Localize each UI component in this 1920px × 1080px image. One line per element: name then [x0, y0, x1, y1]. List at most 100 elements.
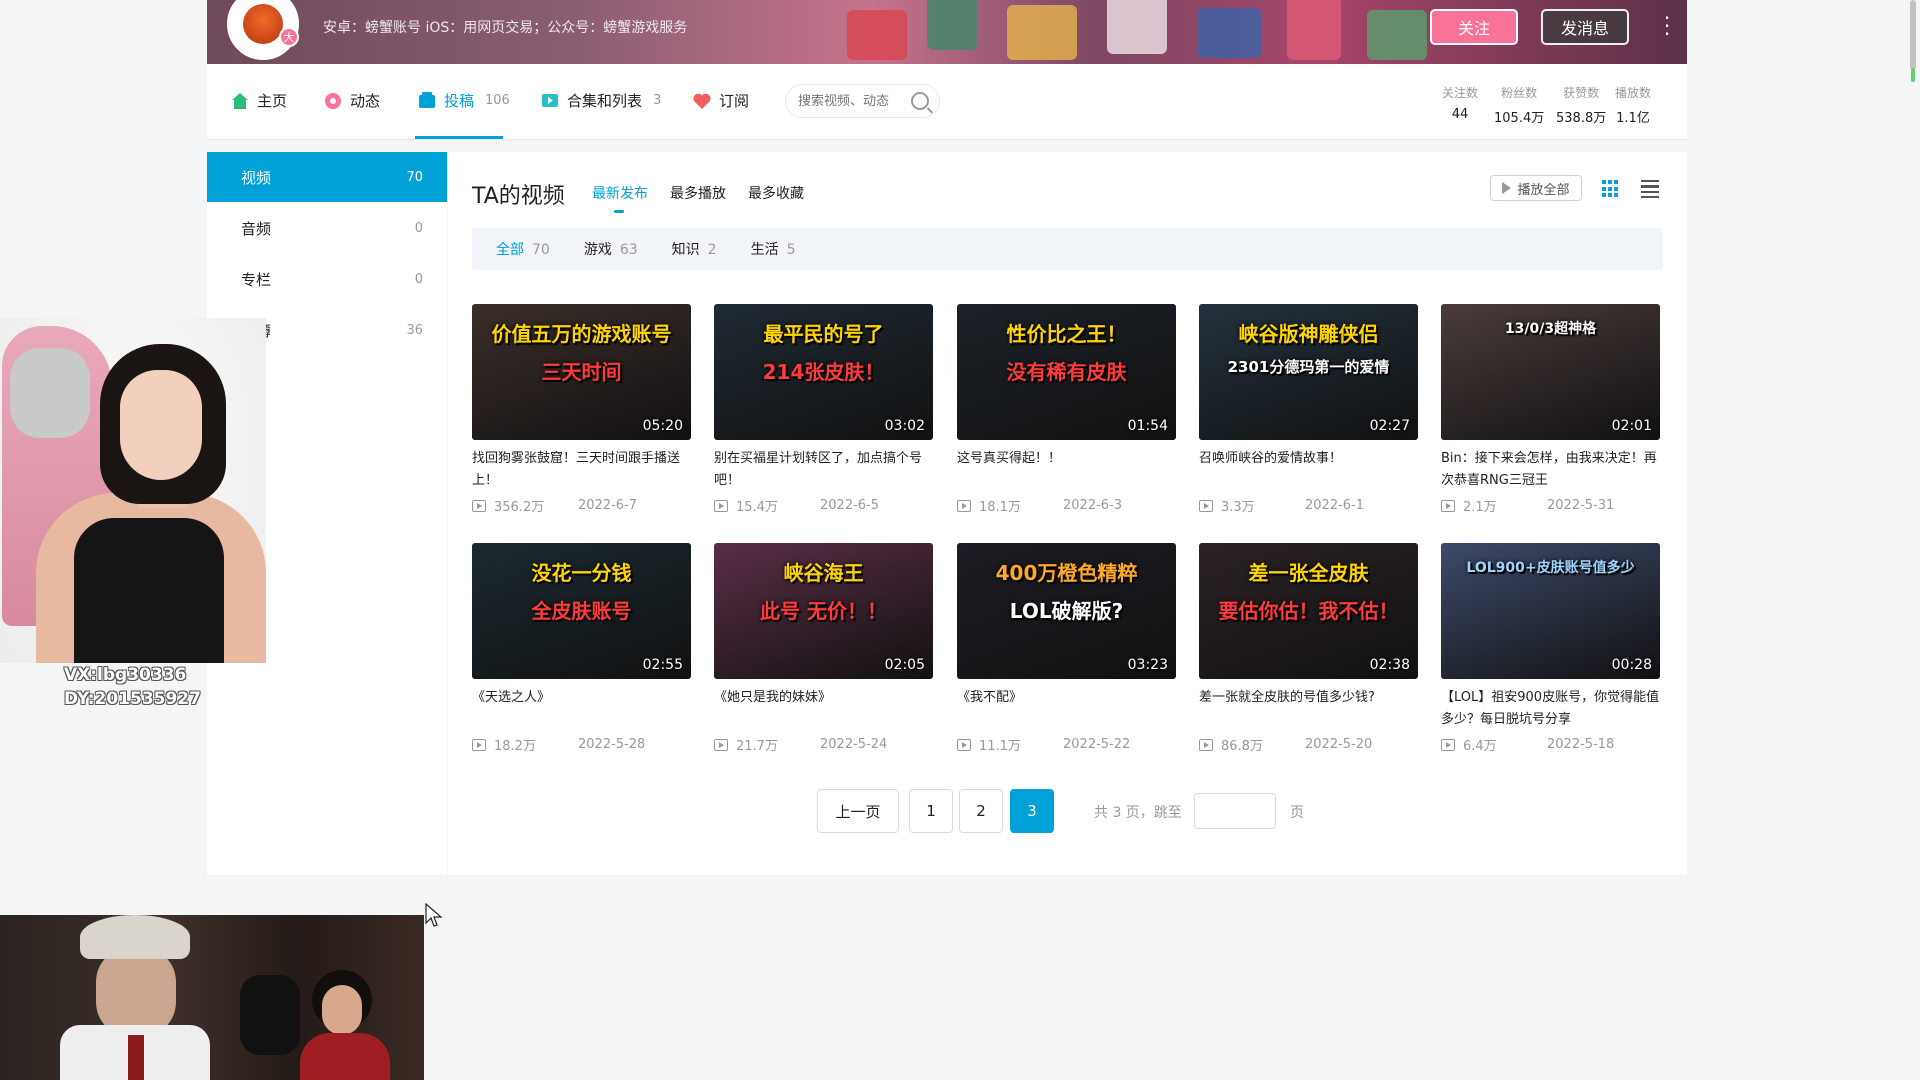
video-date: 2022-5-31 [1547, 498, 1615, 513]
streamer-top [74, 518, 224, 663]
video-date: 2022-5-28 [578, 737, 646, 752]
video-thumbnail[interactable]: 性价比之王！ 没有稀有皮肤 01:54 [957, 304, 1176, 440]
tab-collections-count: 3 [653, 93, 662, 108]
tab-uploads[interactable]: 投稿 106 [417, 90, 510, 111]
sort-most-favorited[interactable]: 最多收藏 [748, 183, 804, 203]
thumbnail-caption-1: 性价比之王！ [1006, 322, 1127, 346]
heart-icon [693, 93, 711, 109]
video-title[interactable]: 这号真买得起！！ [957, 448, 1176, 492]
dynamic-icon [325, 92, 341, 109]
video-duration: 03:02 [884, 418, 925, 434]
filter-knowledge[interactable]: 知识 2 [672, 239, 717, 259]
stat-following-value: 44 [1451, 107, 1469, 122]
play-count-icon [1199, 499, 1213, 512]
video-title[interactable]: 《天选之人》 [472, 687, 691, 731]
video-card[interactable]: 最平民的号了 214张皮肤！ 03:02 别在买福星计划转区了，加点搞个号吧！ 15.4… [714, 304, 933, 515]
watermark-line-1: VX:lbg30336 [64, 665, 187, 685]
filter-all[interactable]: 全部 70 [496, 239, 550, 259]
video-card[interactable]: 价值五万的游戏账号 三天时间 05:20 找回狗雾张鼓窟！三天时间跟手播送上！ 356.… [472, 304, 691, 515]
page-scrollbar[interactable] [1910, 0, 1916, 70]
search-box[interactable] [785, 84, 940, 118]
video-thumbnail[interactable]: 峡谷版神雕侠侣 2301分德玛第一的爱情 02:27 [1199, 304, 1418, 440]
video-title[interactable]: 【LOL】祖安900皮账号，你觉得能值多少？每日脱坑号分享 [1441, 687, 1660, 731]
video-thumbnail[interactable]: 峡谷海王 此号 无价！！ 02:05 [714, 543, 933, 679]
prev-page-button[interactable]: 上一页 [817, 789, 899, 833]
video-thumbnail[interactable]: 没花一分钱 全皮肤账号 02:55 [472, 543, 691, 679]
filter-count: 5 [786, 242, 796, 258]
follow-button[interactable]: 关注 [1430, 9, 1518, 45]
video-title[interactable]: 《我不配》 [957, 687, 1176, 731]
video-date: 2022-5-22 [1063, 737, 1131, 752]
stat-following[interactable]: 关注数 44 [1442, 84, 1478, 122]
thumbnail-caption-2: 2301分德玛第一的爱情 [1227, 358, 1390, 376]
filter-games[interactable]: 游戏 63 [584, 239, 638, 259]
sidebar-item-articles[interactable]: 专栏 0 [207, 254, 447, 304]
verified-badge: 大 [279, 27, 299, 47]
video-title[interactable]: 差一张就全皮肤的号值多少钱? [1199, 687, 1418, 731]
video-card[interactable]: LOL900+皮肤账号值多少 00:28 【LOL】祖安900皮账号，你觉得能值多少… [1441, 543, 1660, 754]
sidebar-item-label: 专栏 [241, 270, 272, 289]
character-face [96, 947, 176, 1037]
page-2-button[interactable]: 2 [959, 789, 1003, 833]
video-card[interactable]: 没花一分钱 全皮肤账号 02:55 《天选之人》 18.2万 2022-5-28 [472, 543, 691, 754]
stat-plays-label: 播放数 [1615, 86, 1652, 100]
play-icon [1502, 182, 1512, 194]
video-card[interactable]: 性价比之王！ 没有稀有皮肤 01:54 这号真买得起！！ 18.1万 2022-6-3 [957, 304, 1176, 515]
sidebar-item-audio[interactable]: 音频 0 [207, 203, 447, 253]
video-card[interactable]: 峡谷版神雕侠侣 2301分德玛第一的爱情 02:27 召唤师峡谷的爱情故事！ 3.3万 2… [1199, 304, 1418, 515]
list-view-icon[interactable] [1641, 180, 1659, 198]
video-thumbnail[interactable]: 价值五万的游戏账号 三天时间 05:20 [472, 304, 691, 440]
search-input[interactable] [798, 93, 898, 109]
sort-most-played[interactable]: 最多播放 [670, 183, 726, 203]
tab-dynamic[interactable]: 动态 [323, 90, 380, 111]
uploads-icon [419, 91, 435, 108]
page-1-button[interactable]: 1 [909, 789, 953, 833]
thumbnail-caption-1: 400万橙色精粹 [995, 561, 1138, 585]
tab-home-label: 主页 [257, 92, 288, 110]
video-title[interactable]: Bin：接下来会怎样，由我来决定！再次恭喜RNG三冠王 [1441, 448, 1660, 492]
chair-headrest [10, 348, 90, 438]
video-title[interactable]: 找回狗雾张鼓窟！三天时间跟手播送上！ [472, 448, 691, 492]
video-views: 2.1万 [1463, 500, 1497, 515]
grid-view-icon[interactable] [1602, 180, 1620, 198]
tab-subscriptions[interactable]: 订阅 [692, 90, 749, 111]
collections-icon [542, 93, 558, 107]
stat-fans-label: 粉丝数 [1501, 86, 1538, 100]
more-options-icon[interactable]: · · · [1662, 8, 1672, 44]
tab-home[interactable]: 主页 [230, 90, 287, 111]
streamer-webcam [0, 318, 266, 663]
jump-page-input[interactable] [1194, 793, 1276, 829]
video-thumbnail[interactable]: LOL900+皮肤账号值多少 00:28 [1441, 543, 1660, 679]
video-duration: 02:01 [1611, 418, 1652, 434]
tab-subscriptions-label: 订阅 [719, 92, 750, 110]
video-card[interactable]: 峡谷海王 此号 无价！！ 02:05 《她只是我的妹妹》 21.7万 2022-5-24 [714, 543, 933, 754]
thumbnail-caption-1: 价值五万的游戏账号 [491, 322, 672, 346]
video-card[interactable]: 13/0/3超神格 02:01 Bin：接下来会怎样，由我来决定！再次恭喜RNG三冠… [1441, 304, 1660, 515]
video-date: 2022-5-18 [1547, 737, 1615, 752]
stat-fans[interactable]: 粉丝数 105.4万 [1494, 84, 1544, 126]
tab-uploads-label: 投稿 [444, 92, 475, 110]
sort-latest[interactable]: 最新发布 [592, 183, 648, 213]
video-views: 11.1万 [979, 739, 1021, 754]
thumbnail-caption-2: LOL破解版? [1009, 599, 1124, 623]
sidebar-item-video[interactable]: 视频 70 [207, 152, 447, 202]
video-card[interactable]: 400万橙色精粹 LOL破解版? 03:23 《我不配》 11.1万 2022-5-22 [957, 543, 1176, 754]
mouse-cursor-icon [425, 903, 443, 927]
page-suffix: 页 [1290, 805, 1304, 821]
video-thumbnail[interactable]: 最平民的号了 214张皮肤！ 03:02 [714, 304, 933, 440]
video-views: 18.2万 [494, 739, 536, 754]
video-title[interactable]: 《她只是我的妹妹》 [714, 687, 933, 731]
tab-collections[interactable]: 合集和列表 3 [540, 90, 661, 111]
video-thumbnail[interactable]: 差一张全皮肤 要估你估！我不估！ 02:38 [1199, 543, 1418, 679]
video-title[interactable]: 别在买福星计划转区了，加点搞个号吧！ [714, 448, 933, 492]
filter-life[interactable]: 生活 5 [751, 239, 796, 259]
video-thumbnail[interactable]: 400万橙色精粹 LOL破解版? 03:23 [957, 543, 1176, 679]
video-thumbnail[interactable]: 13/0/3超神格 02:01 [1441, 304, 1660, 440]
play-all-button[interactable]: 播放全部 [1490, 175, 1582, 201]
send-message-button[interactable]: 发消息 [1541, 9, 1629, 45]
video-card[interactable]: 差一张全皮肤 要估你估！我不估！ 02:38 差一张就全皮肤的号值多少钱? 86.8万 2… [1199, 543, 1418, 754]
page-3-button[interactable]: 3 [1010, 789, 1054, 833]
video-views: 18.1万 [979, 500, 1021, 515]
search-icon[interactable] [911, 92, 929, 110]
video-title[interactable]: 召唤师峡谷的爱情故事！ [1199, 448, 1418, 492]
